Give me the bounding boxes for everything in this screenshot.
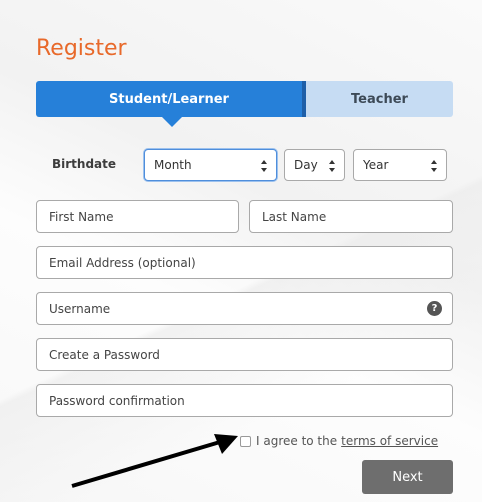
updown-arrows-icon: [260, 158, 268, 174]
next-button[interactable]: Next: [362, 460, 453, 494]
agree-text: I agree to the: [256, 434, 338, 448]
help-icon[interactable]: ?: [427, 301, 442, 316]
year-select-value: Year: [363, 158, 389, 172]
updown-arrows-icon: [328, 158, 336, 174]
birthdate-label: Birthdate: [52, 157, 117, 171]
last-name-field[interactable]: Last Name: [249, 200, 453, 233]
email-field[interactable]: Email Address (optional): [36, 246, 453, 279]
updown-arrows-icon: [430, 158, 438, 174]
username-placeholder: Username: [49, 301, 111, 316]
day-select-value: Day: [294, 158, 318, 172]
first-name-field[interactable]: First Name: [36, 200, 239, 233]
page-title: Register: [36, 36, 127, 61]
password-placeholder: Create a Password: [49, 347, 160, 362]
last-name-placeholder: Last Name: [262, 209, 327, 224]
pointer-arrow-icon: [71, 434, 238, 488]
month-select-value: Month: [154, 158, 192, 172]
month-select[interactable]: Month: [144, 149, 277, 181]
birthdate-row: Birthdate Month Day Year: [36, 149, 453, 181]
day-select[interactable]: Day: [284, 149, 345, 181]
password-field[interactable]: Create a Password: [36, 338, 453, 371]
tab-teacher[interactable]: Teacher: [306, 81, 453, 117]
password-confirmation-field[interactable]: Password confirmation: [36, 384, 453, 417]
terms-agreement: I agree to the terms of service: [240, 432, 438, 450]
year-select[interactable]: Year: [353, 149, 447, 181]
terms-checkbox[interactable]: [240, 435, 251, 447]
email-placeholder: Email Address (optional): [49, 255, 196, 270]
tab-student-learner[interactable]: Student/Learner: [36, 81, 302, 127]
username-field[interactable]: Username ?: [36, 292, 453, 325]
terms-of-service-link[interactable]: terms of service: [341, 434, 438, 448]
password-confirmation-placeholder: Password confirmation: [49, 393, 185, 408]
first-name-placeholder: First Name: [49, 209, 114, 224]
role-tabs: Student/Learner Teacher: [36, 81, 453, 127]
